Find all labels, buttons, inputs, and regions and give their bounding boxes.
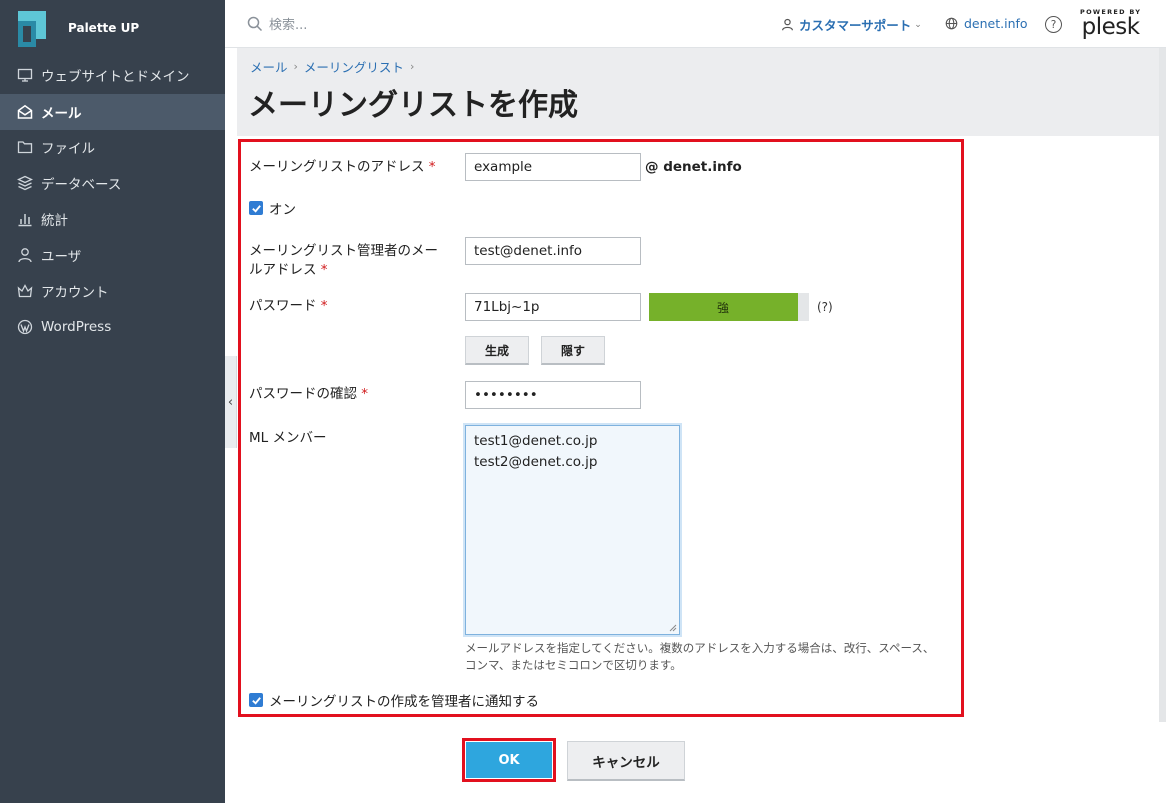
- support-label: カスタマーサポート: [799, 18, 912, 33]
- brand[interactable]: Palette UP: [0, 0, 225, 58]
- sidebar-item-label: WordPress: [41, 319, 112, 335]
- sidebar-item-statistics[interactable]: 統計: [0, 201, 225, 237]
- search-input[interactable]: 検索...: [247, 14, 307, 33]
- chevron-down-icon: ⌄: [914, 19, 922, 30]
- confirm-password-label-text: パスワードの確認: [249, 386, 357, 402]
- admin-email-label-line2: ルアドレス: [249, 262, 317, 278]
- search-icon: [247, 16, 263, 31]
- resize-handle-icon[interactable]: [669, 624, 677, 632]
- generate-password-button[interactable]: 生成: [465, 336, 529, 365]
- domain-link[interactable]: denet.info: [945, 16, 1028, 31]
- password-input[interactable]: 71Lbj~1p: [465, 293, 641, 321]
- breadcrumb-separator: ›: [409, 60, 415, 73]
- breadcrumb-separator: ›: [293, 60, 298, 73]
- notify-admin-label: メーリングリストの作成を管理者に通知する: [269, 694, 539, 710]
- database-icon: [16, 174, 34, 192]
- chart-icon: [16, 210, 34, 228]
- user-icon: [16, 246, 34, 264]
- top-bar: 検索... カスタマーサポート ⌄ denet.info ? POWERED B…: [225, 0, 1166, 48]
- checkbox-checked-icon: [249, 201, 263, 215]
- breadcrumb-item-mail[interactable]: メール: [250, 57, 288, 76]
- password-strength-label: 強: [716, 300, 729, 315]
- monitor-icon: [16, 66, 34, 84]
- page-title: メーリングリストを作成: [248, 88, 578, 123]
- domain-label: denet.info: [964, 16, 1028, 31]
- admin-email-label-line1: メーリングリスト管理者のメー: [249, 243, 438, 259]
- globe-icon: [945, 17, 958, 30]
- address-input[interactable]: example: [465, 153, 641, 181]
- help-icon[interactable]: ?: [1045, 16, 1062, 33]
- required-mark: *: [320, 298, 328, 314]
- sidebar-item-users[interactable]: ユーザ: [0, 237, 225, 273]
- members-hint-line2: コンマ、またはセミコロンで区切ります。: [465, 658, 682, 672]
- member-line: test2@denet.co.jp: [474, 454, 598, 470]
- breadcrumb-item-mailing-lists[interactable]: メーリングリスト: [304, 57, 404, 76]
- customer-support-menu[interactable]: カスタマーサポート ⌄: [781, 15, 922, 34]
- admin-email-label: メーリングリスト管理者のメー ルアドレス *: [249, 242, 438, 280]
- plesk-wordmark: plesk: [1081, 14, 1140, 40]
- sidebar-item-mail[interactable]: メール: [0, 94, 225, 130]
- enabled-label: オン: [269, 202, 296, 218]
- password-help-link[interactable]: (?): [817, 300, 833, 314]
- palette-up-logo-icon: [18, 11, 46, 47]
- address-domain: @ denet.info: [645, 159, 742, 175]
- folder-icon: [16, 138, 34, 156]
- hide-password-button[interactable]: 隠す: [541, 336, 605, 365]
- checkbox-checked-icon: [249, 693, 263, 707]
- sidebar-item-wordpress[interactable]: WordPress: [0, 309, 225, 345]
- required-mark: *: [320, 262, 328, 278]
- sidebar-item-files[interactable]: ファイル: [0, 129, 225, 165]
- sidebar-item-websites-domains[interactable]: ウェブサイトとドメイン: [0, 57, 225, 93]
- members-textarea[interactable]: test1@denet.co.jp test2@denet.co.jp: [465, 425, 680, 635]
- crown-icon: [16, 282, 34, 300]
- vertical-scrollbar[interactable]: [1159, 48, 1166, 722]
- page-header: メール › メーリングリスト › メーリングリストを作成: [237, 48, 1166, 136]
- sidebar-item-account[interactable]: アカウント: [0, 273, 225, 309]
- member-line: test1@denet.co.jp: [474, 433, 598, 449]
- breadcrumb: メール › メーリングリスト ›: [250, 57, 420, 76]
- plesk-logo: POWERED BY plesk: [1080, 8, 1141, 40]
- sidebar-item-label: 統計: [41, 213, 68, 229]
- sidebar-item-label: ウェブサイトとドメイン: [41, 69, 190, 85]
- admin-email-input[interactable]: test@denet.info: [465, 237, 641, 265]
- enabled-checkbox[interactable]: オン: [249, 198, 296, 218]
- sidebar-item-label: アカウント: [41, 285, 109, 301]
- members-label: ML メンバー: [249, 430, 327, 446]
- password-label: パスワード *: [249, 297, 328, 316]
- confirm-password-input[interactable]: ••••••••: [465, 381, 641, 409]
- search-placeholder: 検索...: [269, 18, 308, 33]
- members-hint: メールアドレスを指定してください。複数のアドレスを入力する場合は、改行、スペース…: [465, 640, 955, 674]
- required-mark: *: [361, 386, 369, 402]
- cancel-button[interactable]: キャンセル: [567, 741, 685, 781]
- sidebar: Palette UP ウェブサイトとドメイン メール ファイル データベース 統…: [0, 0, 225, 803]
- required-mark: *: [428, 159, 436, 175]
- ok-button[interactable]: OK: [466, 742, 552, 778]
- address-label-text: メーリングリストのアドレス: [249, 159, 425, 175]
- chevron-left-icon: ‹: [227, 394, 234, 410]
- brand-name: Palette UP: [68, 21, 140, 35]
- notify-admin-checkbox[interactable]: メーリングリストの作成を管理者に通知する: [249, 690, 539, 710]
- members-hint-line1: メールアドレスを指定してください。複数のアドレスを入力する場合は、改行、スペース…: [465, 641, 935, 655]
- user-icon: [782, 18, 793, 31]
- sidebar-item-label: メール: [41, 106, 82, 122]
- address-label: メーリングリストのアドレス *: [249, 158, 436, 177]
- confirm-password-label: パスワードの確認 *: [249, 385, 368, 404]
- sidebar-item-databases[interactable]: データベース: [0, 165, 225, 201]
- password-strength-meter: 強: [649, 293, 809, 321]
- sidebar-item-label: ユーザ: [41, 249, 82, 265]
- mail-icon: [16, 103, 34, 121]
- wordpress-icon: [16, 318, 34, 336]
- sidebar-item-label: ファイル: [41, 141, 95, 157]
- password-label-text: パスワード: [249, 298, 317, 314]
- sidebar-item-label: データベース: [41, 177, 122, 193]
- sidebar-collapse-toggle[interactable]: ‹: [225, 356, 237, 448]
